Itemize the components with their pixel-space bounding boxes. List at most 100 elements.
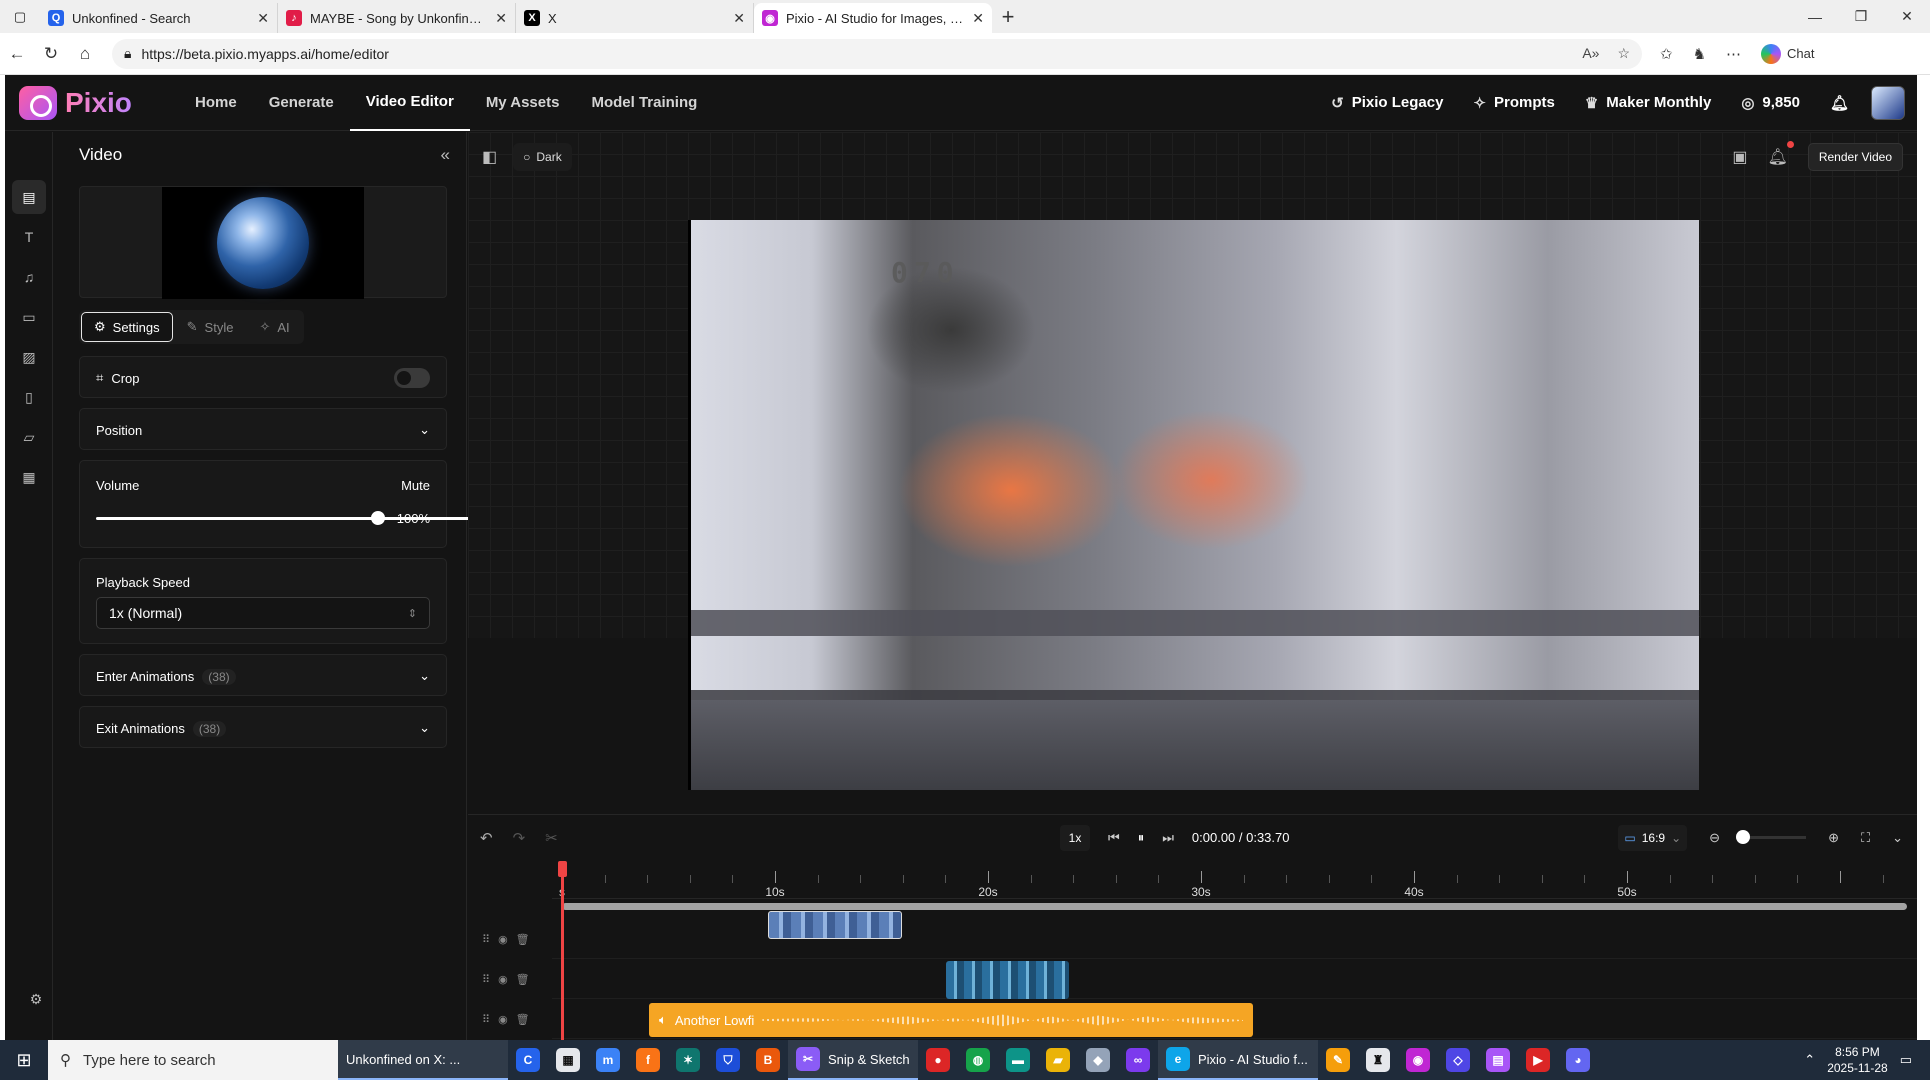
close-icon[interactable]: ✕ [257,10,269,27]
notification-bell-icon[interactable]: 🔔︎ [1768,141,1795,167]
zoom-in-icon[interactable]: ⊕ [1828,830,1839,846]
template-tool-icon[interactable]: ▦ [12,460,46,494]
playback-speed-select[interactable]: 1x (Normal) ⇕ [96,597,430,629]
new-tab-button[interactable]: + [992,3,1024,33]
timeline-scrollbar[interactable] [562,903,1907,910]
nav-model-training[interactable]: Model Training [575,75,713,131]
save-icon[interactable]: ▣ [1732,147,1747,167]
minimize-icon[interactable]: — [1792,0,1838,33]
taskbar-app[interactable]: ♜ [1358,1040,1398,1080]
aspect-ratio-select[interactable]: ▭ 16:9 ⌄ [1618,824,1688,851]
taskbar-app[interactable]: ✂ Snip & Sketch [788,1040,918,1080]
drag-handle-icon[interactable]: ⠿ [482,973,490,986]
video-tool-icon[interactable]: ▤ [12,180,46,214]
clock[interactable]: 8:56 PM 2025-11-28 [1827,1044,1888,1076]
taskbar-app[interactable]: ◉ [1398,1040,1438,1080]
nav-home[interactable]: Home [179,75,253,131]
enter-animations-section[interactable]: Enter Animations (38) ⌄ [79,654,447,696]
more-icon[interactable]: ⋯ [1726,45,1741,63]
favorite-star-icon[interactable]: ☆ [1617,45,1630,62]
home-icon[interactable]: ⌂ [68,44,102,64]
drag-handle-icon[interactable]: ⠿ [482,1013,490,1026]
read-aloud-icon[interactable]: A» [1582,45,1599,62]
taskbar-app[interactable]: ∞ [1118,1040,1158,1080]
pixio-legacy-button[interactable]: ↺ Pixio Legacy [1323,94,1451,112]
trash-icon[interactable]: 🗑︎ [516,973,530,986]
taskbar-app[interactable]: ✎ [1318,1040,1358,1080]
video-clip[interactable] [946,961,1069,999]
taskbar-app[interactable]: ⛉ [708,1040,748,1080]
credits-button[interactable]: ◎ 9,850 [1733,94,1808,112]
taskbar-app[interactable]: ◍ [958,1040,998,1080]
trash-icon[interactable]: 🗑︎ [516,1013,530,1026]
taskbar-app[interactable]: B [748,1040,788,1080]
collapse-panel-icon[interactable]: « [441,145,450,165]
skip-back-icon[interactable]: ⏮ [1108,830,1120,846]
notification-center-icon[interactable]: ▭ [1900,1052,1912,1068]
taskbar-app[interactable]: ◆ [1078,1040,1118,1080]
taskbar-app[interactable]: C [508,1040,548,1080]
video-clip[interactable] [768,911,902,939]
tab-settings[interactable]: ⚙ Settings [81,312,173,342]
visibility-icon[interactable]: ◉ [498,973,508,986]
taskbar-app[interactable]: Unkonfined on X: ... [338,1040,508,1080]
plan-button[interactable]: ♛ Maker Monthly [1577,94,1719,112]
windows-start-icon[interactable]: ⊞ [0,1040,48,1080]
crop-toggle[interactable] [394,368,430,388]
refresh-icon[interactable]: ↻ [34,44,68,64]
taskbar-app[interactable]: m [588,1040,628,1080]
close-window-icon[interactable]: ✕ [1884,0,1930,33]
prompts-button[interactable]: ✧ Prompts [1465,94,1562,112]
trash-icon[interactable]: 🗑︎ [516,933,530,946]
sidebar-toggle-icon[interactable]: ◧ [482,147,497,167]
taskbar-search[interactable]: ⚲ Type here to search [48,1040,338,1080]
mute-button[interactable]: Mute [401,478,430,493]
taskbar-app[interactable]: ▶ [1518,1040,1558,1080]
redo-icon[interactable]: ↷ [513,829,526,847]
taskbar-app[interactable]: ▬ [998,1040,1038,1080]
caption-tool-icon[interactable]: ▭ [12,300,46,334]
volume-slider[interactable] [96,508,1545,528]
visibility-icon[interactable]: ◉ [498,1013,508,1026]
taskbar-app[interactable]: e Pixio - AI Studio f... [1158,1040,1318,1080]
url-field[interactable]: 🔒︎ https://beta.pixio.myapps.ai/home/edi… [112,38,1642,69]
notifications-bell-icon[interactable]: 🔔︎ [1822,94,1857,112]
pause-icon[interactable]: ⏸ [1138,830,1145,846]
position-section[interactable]: Position ⌄ [79,408,447,450]
tab-actions-icon[interactable]: ▢ [0,0,40,33]
taskbar-app[interactable]: ◇ [1438,1040,1478,1080]
copilot-chat-button[interactable]: Chat [1761,43,1815,64]
file-tool-icon[interactable]: ▯ [12,380,46,414]
close-icon[interactable]: ✕ [972,10,984,27]
close-icon[interactable]: ✕ [733,10,745,27]
browser-tab[interactable]: Q Unkonfined - Search ✕ [40,3,278,33]
tab-ai[interactable]: ✧ AI [247,312,301,342]
fullscreen-icon[interactable]: ⛶ [1861,830,1870,846]
taskbar-app[interactable]: ✶ [668,1040,708,1080]
browser-tab[interactable]: ♪ MAYBE - Song by Unkonfined - A ✕ [278,3,516,33]
taskbar-app[interactable]: ▤ [1478,1040,1518,1080]
zoom-out-icon[interactable]: ⊖ [1709,830,1720,846]
theme-toggle[interactable]: ○ Dark [513,143,572,171]
avatar[interactable] [1871,85,1905,120]
speed-button[interactable]: 1x [1060,824,1090,851]
taskbar-app[interactable]: f [628,1040,668,1080]
taskbar-app[interactable]: ▦ [548,1040,588,1080]
browser-tab-active[interactable]: ◉ Pixio - AI Studio for Images, Vide ✕ [754,3,992,33]
nav-generate[interactable]: Generate [253,75,350,131]
image-tool-icon[interactable]: ▨ [12,340,46,374]
visibility-icon[interactable]: ◉ [498,933,508,946]
playhead[interactable] [558,861,567,1040]
back-icon[interactable]: ← [0,44,34,64]
folder-tool-icon[interactable]: ▱ [12,420,46,454]
music-tool-icon[interactable]: ♫ [12,260,46,294]
text-tool-icon[interactable]: T [12,220,46,254]
nav-my-assets[interactable]: My Assets [470,75,576,131]
taskbar-app[interactable]: ▰ [1038,1040,1078,1080]
pixio-logo[interactable]: Pixio [19,85,179,120]
audio-clip[interactable]: 🔈︎ Another Lowfi [649,1003,1253,1037]
split-scissors-icon[interactable]: ✂ [545,829,558,847]
restore-icon[interactable]: ❐ [1838,0,1884,33]
browser-tab[interactable]: X X ✕ [516,3,754,33]
time-ruler[interactable]: s10s20s30s40s50s [552,861,1917,899]
